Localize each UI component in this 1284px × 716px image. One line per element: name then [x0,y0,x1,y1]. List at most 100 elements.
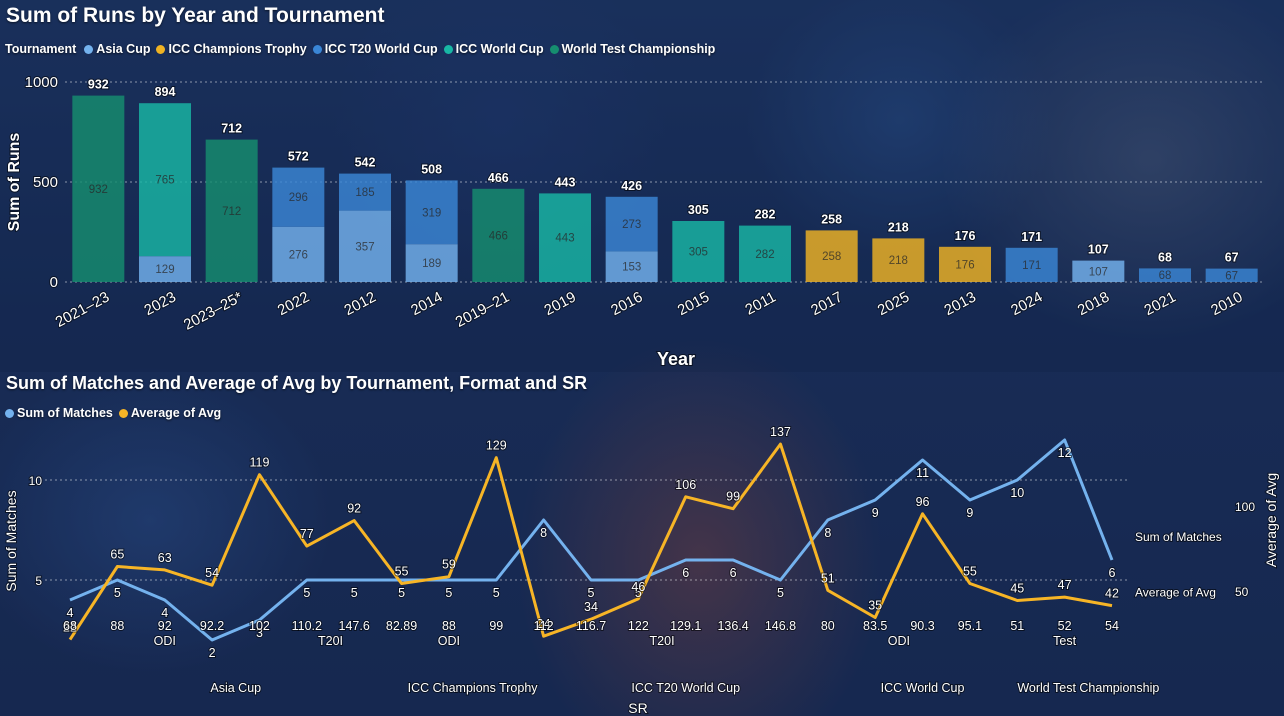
x-tick-label: 88 [110,619,124,633]
bar-total-label: 67 [1225,251,1239,265]
bar-segment-label: 319 [422,207,441,219]
matches-data-label: 8 [824,526,831,540]
bar-total-label: 107 [1088,243,1109,257]
format-group-label: Test [1053,634,1076,648]
x-tick-label: 146.8 [765,619,796,633]
avg-data-label: 106 [675,478,696,492]
avg-data-label: 137 [770,425,791,439]
matches-data-label: 11 [916,466,929,480]
x-tick-label: 95.1 [958,619,982,633]
matches-data-label: 6 [682,566,689,580]
x-tick-label: 90.3 [910,619,934,633]
matches-data-label: 10 [1010,486,1024,500]
bar-segment-label: 273 [622,219,641,231]
avg-data-label: 92 [347,502,361,516]
y2-tick-label: 100 [1235,500,1255,514]
x-tick-label: 2014 [408,289,445,320]
y-tick-label: 1000 [25,74,58,91]
bar-total-label: 572 [288,150,309,164]
bar-total-label: 258 [821,212,842,226]
matches-data-label: 4 [67,606,74,620]
x-tick-label: 2025 [875,289,912,320]
y-tick-label: 5 [35,574,42,588]
x-tick-label: 99 [489,619,503,633]
y2-tick-label: 50 [1235,585,1249,599]
matches-data-label: 5 [777,586,784,600]
x-tick-label: 82.89 [386,619,417,633]
bar-segment-label: 466 [489,230,508,242]
bar-total-label: 171 [1021,230,1042,244]
x-tick-label: 2023–25* [181,288,246,333]
x-tick-label: 2011 [742,289,778,319]
format-group-label: ODI [888,634,910,648]
x-tick-label: 112 [534,619,554,633]
y-axis-label: Sum of Runs [6,133,23,232]
bar-segment-label: 357 [355,241,374,253]
avg-data-label: 47 [1058,578,1072,592]
x-tick-label: 147.6 [339,619,370,633]
avg-data-label: 45 [1010,582,1024,596]
avg-data-label: 96 [916,495,930,509]
x-tick-label: 52 [1058,619,1072,633]
matches-data-label: 5 [303,586,310,600]
x-tick-label: 92 [158,619,172,633]
x-tick-label: 102 [249,619,270,633]
bar-segment-label: 107 [1089,266,1108,278]
x-tick-label: 2023 [141,289,178,320]
avg-data-label: 34 [584,600,598,614]
bar-segment-label: 68 [1159,270,1172,282]
x-axis-label: SR [628,700,647,716]
bar-total-label: 508 [421,162,442,176]
matches-data-label: 8 [540,526,547,540]
avg-data-label: 59 [442,558,456,572]
format-group-label: ODI [438,634,460,648]
bar-total-label: 894 [155,85,176,99]
bar-total-label: 68 [1158,250,1172,264]
bar-total-label: 712 [221,122,242,136]
bar-total-label: 542 [355,156,376,170]
x-tick-label: 2012 [341,289,378,320]
bar-segment-label: 67 [1225,270,1238,282]
bar-segment-label: 185 [355,187,374,199]
avg-data-label: 55 [963,565,977,579]
format-group-label: T20I [650,634,675,648]
matches-data-label: 9 [872,506,879,520]
bar-total-label: 218 [888,220,909,234]
x-tick-label: 110.2 [292,619,322,633]
avg-data-label: 42 [1105,587,1119,601]
tournament-group-label: ICC World Cup [881,681,965,695]
y-tick-label: 500 [33,174,58,191]
matches-data-label: 5 [114,586,121,600]
avg-data-label: 35 [868,599,882,613]
x-tick-label: 80 [821,619,835,633]
bar-segment-label: 443 [555,233,574,245]
y-axis-label: Sum of Matches [3,490,19,591]
matches-data-label: 5 [493,586,500,600]
x-tick-label: 2013 [941,289,978,320]
matches-data-label: 9 [966,506,973,520]
x-tick-label: 122 [628,619,649,633]
matches-data-label: 2 [209,646,216,660]
format-group-label: ODI [154,634,176,648]
series-end-label: Sum of Matches [1135,530,1222,544]
bar-total-label: 932 [88,78,109,92]
bar-segment-label: 218 [889,255,908,267]
bar-segment-label: 712 [222,206,241,218]
avg-data-label: 55 [395,565,409,579]
avg-data-label: 99 [726,490,740,504]
bar-total-label: 443 [555,175,576,189]
matches-data-label: 6 [730,566,737,580]
tournament-group-label: ICC Champions Trophy [408,681,539,695]
tournament-group-label: World Test Championship [1017,681,1159,695]
y-tick-label: 0 [50,274,58,291]
matches-data-label: 5 [445,586,452,600]
x-tick-label: 2010 [1208,289,1245,320]
x-tick-label: 51 [1010,619,1024,633]
tournament-group-label: ICC T20 World Cup [631,681,740,695]
x-tick-label: 2019 [541,289,578,320]
bar-segment-label: 189 [422,258,441,270]
tournament-group-label: Asia Cup [210,681,261,695]
bar-segment-label: 932 [89,184,108,196]
series-end-label: Average of Avg [1135,586,1216,600]
x-tick-label: 116.7 [576,619,606,633]
